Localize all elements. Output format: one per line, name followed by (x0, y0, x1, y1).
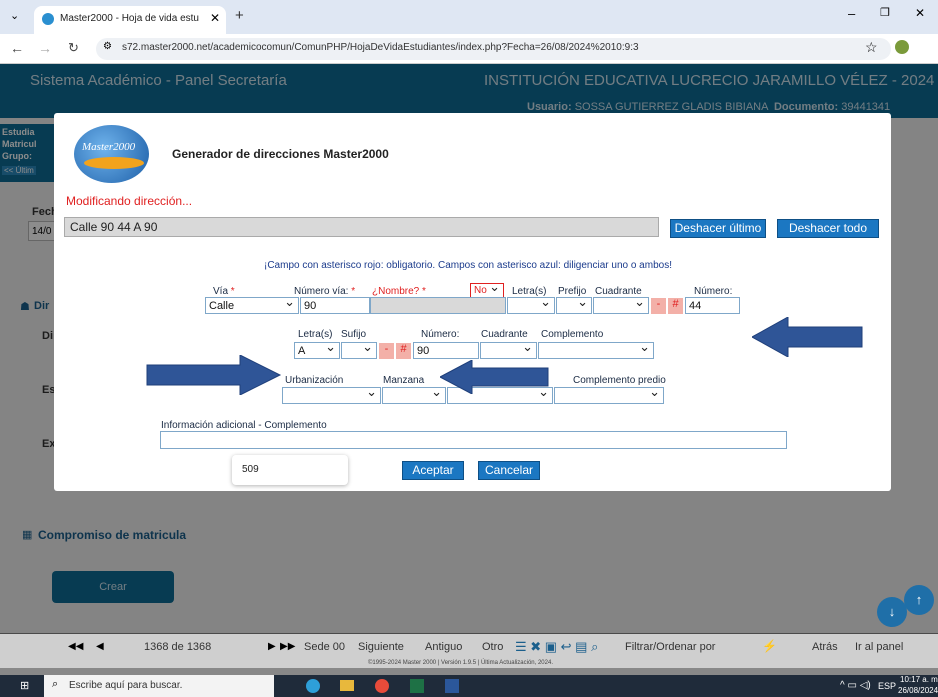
extension-icon[interactable] (895, 40, 909, 54)
scroll-down-button[interactable]: ↓ (877, 597, 907, 627)
toolbar-icons[interactable]: ☰ ✖ ▣ ↩ ▤ ⌕ (515, 639, 598, 655)
close-tab-icon[interactable]: ✕ (210, 11, 220, 25)
num-via-label: Número vía: * (294, 286, 356, 297)
arrow-right-annotation (146, 355, 282, 395)
url-field[interactable]: ⚙ s72.master2000.net/academicocomun/Comu… (96, 38, 891, 60)
ir-panel-button[interactable]: Ir al panel (855, 641, 903, 653)
notice-text: ¡Campo con asterisco rojo: obligatorio. … (264, 260, 672, 271)
arrow-left-annotation-2 (752, 317, 863, 357)
prev-page-icon[interactable]: ◀ (96, 641, 104, 652)
pager-text: 1368 de 1368 (144, 641, 212, 653)
bolt-icon[interactable]: ⚡ (762, 639, 777, 653)
info-label: Información adicional - Complemento (161, 420, 327, 431)
letras2-select[interactable]: A (294, 340, 340, 359)
numero2-label: Número: (421, 329, 460, 340)
restore-icon[interactable]: ❐ (880, 6, 890, 19)
dash-separator-2: - (379, 343, 394, 359)
reload-icon[interactable]: ↻ (68, 40, 79, 56)
nombre-label: ¿Nombre? * (372, 286, 426, 297)
complemento-label: Complemento (541, 329, 604, 340)
atras-button[interactable]: Atrás (812, 641, 838, 653)
clock-time[interactable]: 10:17 a. m. (900, 675, 938, 684)
no-select[interactable]: No (470, 281, 504, 298)
logo-swoosh (84, 157, 144, 169)
accept-button[interactable]: Aceptar (402, 461, 464, 480)
scroll-up-button[interactable]: ↑ (904, 585, 934, 615)
windows-start-icon[interactable]: ⊞ (20, 679, 29, 692)
cuadrante2-label: Cuadrante (481, 329, 528, 340)
antiguo-button[interactable]: Antiguo (425, 641, 462, 653)
arrow-left-annotation (440, 360, 549, 394)
count-display: 509 (232, 455, 348, 485)
tab-title: Master2000 - Hoja de vida estu (60, 13, 199, 24)
last-page-icon[interactable]: ▶▶ (280, 641, 295, 652)
via-label: Vía * (213, 286, 235, 297)
cancel-button[interactable]: Cancelar (478, 461, 540, 480)
clock-date[interactable]: 26/08/2024 (898, 686, 938, 695)
sede-button[interactable]: Sede 00 (304, 641, 345, 653)
logo-text: Master2000 (82, 141, 136, 153)
file-explorer-icon[interactable] (340, 680, 354, 691)
taskbar-search[interactable]: ⌕ Escribe aquí para buscar. (44, 675, 274, 697)
back-icon[interactable]: ← (10, 40, 24, 56)
bottom-toolbar: ◀◀ ◀ 1368 de 1368 ▶ ▶▶ Sede 00 Siguiente… (0, 634, 938, 668)
next-page-icon[interactable]: ▶ (268, 641, 276, 652)
address-field[interactable]: Calle 90 44 A 90 (64, 217, 659, 237)
search-placeholder: Escribe aquí para buscar. (69, 680, 183, 691)
lang-indicator[interactable]: ESP (878, 681, 896, 691)
forward-icon[interactable]: → (38, 40, 52, 56)
first-page-icon[interactable]: ◀◀ (68, 641, 83, 652)
numero2-input[interactable]: 90 (413, 342, 479, 359)
status-text: Modificando dirección... (66, 194, 193, 208)
sufijo-select[interactable] (341, 340, 377, 359)
info-input[interactable] (160, 431, 787, 449)
chrome-icon[interactable] (375, 679, 389, 693)
cuadrante2-select[interactable] (480, 340, 537, 359)
footer-text: ©1995-2024 Master 2000 | Versión 1.9.5 |… (368, 660, 553, 666)
dash-separator: - (651, 298, 666, 314)
nombre-input[interactable] (370, 297, 506, 314)
via-select[interactable]: Calle (205, 295, 299, 314)
complemento-select[interactable] (538, 340, 654, 359)
urbanizacion-label: Urbanización (285, 375, 344, 386)
excel-icon[interactable] (410, 679, 424, 693)
site-info-icon[interactable]: ⚙ (103, 41, 112, 52)
num-via-input[interactable]: 90 (300, 297, 370, 314)
letras-select[interactable] (507, 295, 555, 314)
undo-all-button[interactable]: Deshacer todo (777, 219, 879, 238)
manzana-label: Manzana (383, 375, 425, 386)
numero-label: Número: (694, 286, 733, 297)
url-text: s72.master2000.net/academicocomun/ComunP… (122, 42, 639, 53)
word-icon[interactable] (445, 679, 459, 693)
search-icon: ⌕ (52, 678, 59, 690)
complemento-predio-select[interactable] (554, 385, 664, 404)
otro-button[interactable]: Otro (482, 641, 503, 653)
hash-separator-2: # (396, 343, 411, 359)
bookmark-star-icon[interactable]: ☆ (865, 39, 878, 56)
undo-last-button[interactable]: Deshacer último (670, 219, 766, 238)
close-window-icon[interactable]: ✕ (915, 6, 925, 20)
manzana-select[interactable] (382, 385, 446, 404)
minimize-icon[interactable]: – (848, 6, 855, 21)
urbanizacion-select[interactable] (282, 385, 381, 404)
tray-icons[interactable]: ^ ▭ ◁) (840, 680, 871, 691)
favicon-icon (42, 13, 54, 25)
prefijo-select[interactable] (556, 295, 592, 314)
siguiente-button[interactable]: Siguiente (358, 641, 404, 653)
new-tab-icon[interactable]: + (235, 7, 244, 24)
address-generator-modal: Master2000 Generador de direcciones Mast… (54, 113, 891, 491)
master2000-logo: Master2000 (74, 125, 149, 183)
hash-separator: # (668, 298, 683, 314)
browser-tab[interactable]: Master2000 - Hoja de vida estu ✕ (34, 6, 226, 34)
tab-list-icon[interactable]: ⌄ (10, 9, 19, 22)
modal-title: Generador de direcciones Master2000 (172, 147, 389, 161)
numero-input[interactable]: 44 (685, 297, 740, 314)
windows-taskbar: ⊞ ⌕ Escribe aquí para buscar. ^ ▭ ◁) ESP… (0, 675, 938, 697)
edge-icon[interactable] (306, 679, 320, 693)
cuadrante-select[interactable] (593, 295, 649, 314)
filtrar-button[interactable]: Filtrar/Ordenar por (625, 641, 715, 653)
browser-tabstrip: ⌄ Master2000 - Hoja de vida estu ✕ + – ❐… (0, 0, 938, 34)
